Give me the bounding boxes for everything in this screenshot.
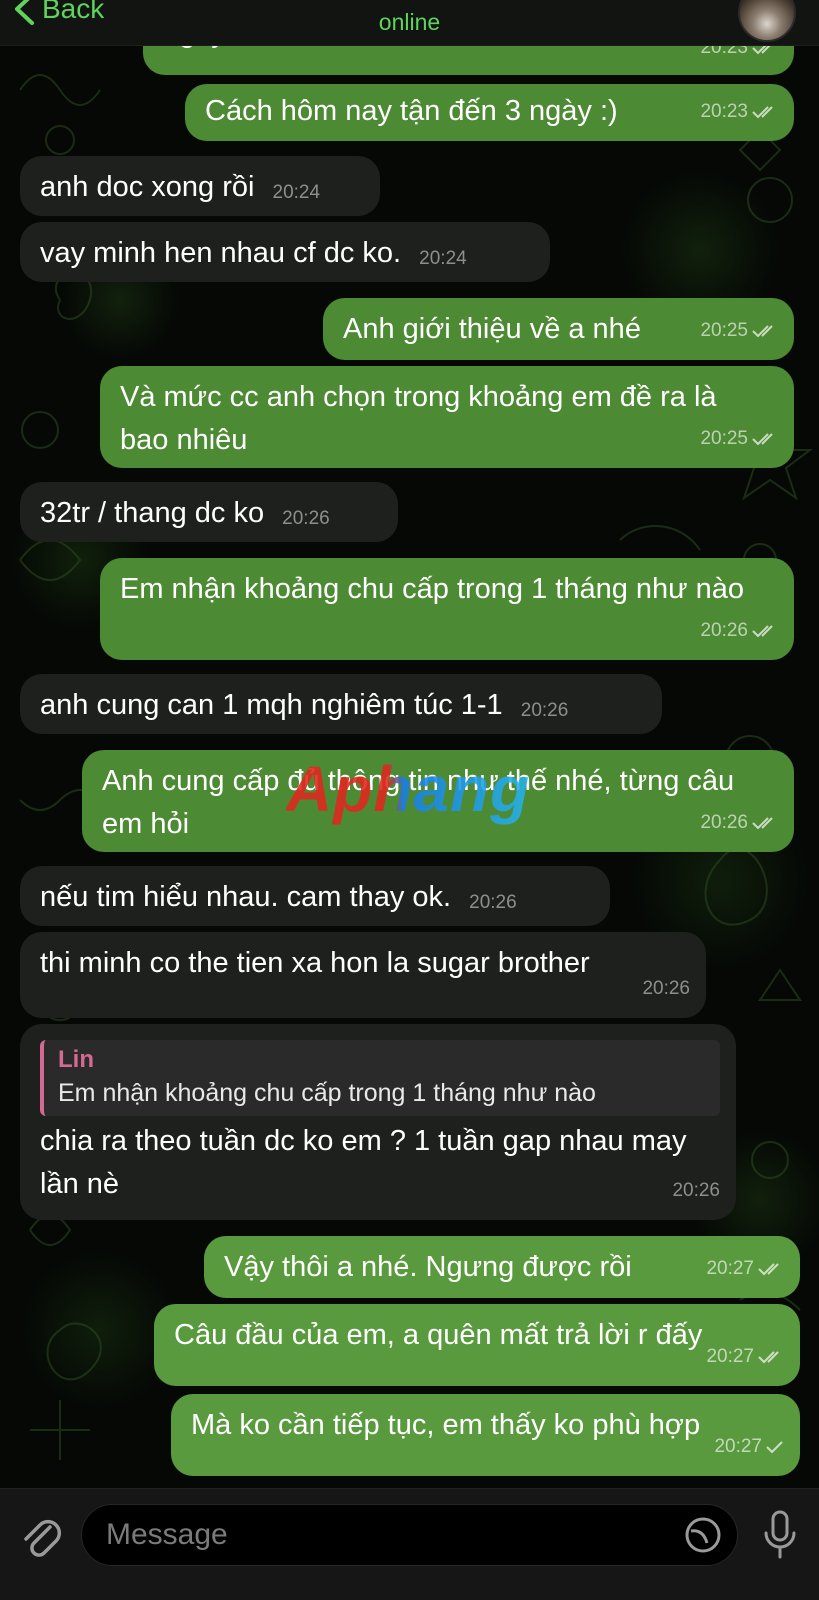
message-meta: 20:23 (700, 90, 778, 133)
message-meta: 20:27 (706, 1335, 784, 1378)
contact-status: online (378, 9, 441, 35)
message-bubble-outgoing[interactable]: Vậy thôi a nhé. Ngưng được rồi 20:27 (204, 1236, 800, 1298)
message-text: Anh giới thiệu về a nhé (343, 313, 641, 345)
double-check-icon (752, 624, 773, 637)
message-meta: 20:27 (706, 1247, 784, 1290)
message-text: Mà ko cần tiếp tục, em thấy ko phù hợp (191, 1409, 701, 1441)
reply-quote[interactable]: Lin Em nhận khoảng chu cấp trong 1 tháng… (40, 1040, 720, 1116)
message-time: 20:23 (700, 101, 748, 122)
message-text: vay minh hen nhau cf dc ko. (40, 237, 402, 269)
message-time: 20:26 (700, 812, 748, 833)
double-check-icon (758, 1262, 779, 1275)
message-text: Cách hôm nay tận đến 3 ngày :) (205, 95, 618, 127)
message-text: Em nhận khoảng chu cấp trong 1 tháng như… (120, 573, 745, 605)
message-time: 20:25 (700, 428, 748, 449)
message-time: 20:24 (272, 182, 321, 203)
message-bubble-outgoing[interactable]: Câu đầu của em, a quên mất trả lời r đấy… (154, 1304, 800, 1386)
message-bubble-outgoing[interactable]: Và mức cc anh chọn trong khoảng em đề ra… (100, 366, 794, 468)
message-time: 20:27 (706, 1346, 754, 1367)
message-bubble-outgoing[interactable]: Anh giới thiệu về a nhé 20:25 (323, 298, 794, 360)
double-check-icon (752, 432, 773, 445)
paperclip-icon (24, 1519, 62, 1557)
message-bubble-incoming[interactable]: nếu tim hiểu nhau. cam thay ok. 20:26 (20, 866, 610, 926)
message-text: chia ra theo tuần dc ko em ? 1 tuần gap … (40, 1125, 687, 1200)
message-text: thi minh co the tien xa hon la sugar bro… (40, 947, 590, 979)
message-text: 32tr / thang dc ko (40, 497, 265, 529)
message-text: Và mức cc anh chọn trong khoảng em đề ra… (120, 381, 717, 456)
attach-button[interactable] (20, 1513, 62, 1564)
message-bubble-outgoing[interactable]: Mà ko cần tiếp tục, em thấy ko phù hợp 2… (171, 1394, 800, 1476)
message-time: 20:26 (282, 508, 330, 529)
message-bubble-outgoing[interactable]: Anh cung cấp đủ thông tin như thế nhé, t… (82, 750, 794, 852)
message-text: anh cung can 1 mqh nghiêm túc 1-1 (40, 689, 503, 721)
message-time: 20:26 (642, 978, 690, 999)
message-time: 20:25 (700, 320, 748, 341)
message-meta: 20:25 (700, 417, 778, 460)
message-bubble-outgoing[interactable]: Cách hôm nay tận đến 3 ngày :) 20:23 (185, 84, 794, 141)
double-check-icon (752, 816, 773, 829)
message-text: Anh cung cấp đủ thông tin như thế nhé, t… (102, 765, 735, 840)
message-time: 20:26 (700, 620, 748, 641)
chat-header: Back online (0, 0, 819, 46)
message-time: 20:26 (520, 700, 569, 721)
double-check-icon (752, 324, 773, 337)
message-time: 20:27 (714, 1436, 762, 1457)
message-time: 20:24 (419, 248, 467, 269)
message-time: 20:26 (672, 1180, 720, 1201)
message-bubble-incoming[interactable]: anh doc xong rồi 20:24 (20, 156, 380, 216)
message-bubble-incoming[interactable]: 32tr / thang dc ko 20:26 (20, 482, 398, 542)
message-time: 20:26 (469, 892, 517, 913)
chat-title-cutoff (270, 0, 550, 4)
message-input[interactable] (81, 1504, 738, 1566)
composer-bar (0, 1488, 819, 1600)
reply-quote-text: Em nhận khoảng chu cấp trong 1 tháng như… (58, 1079, 596, 1107)
message-meta: 20:26 (700, 609, 778, 652)
message-bubble-incoming-reply[interactable]: Lin Em nhận khoảng chu cấp trong 1 tháng… (20, 1024, 736, 1220)
message-time: 20:27 (706, 1258, 754, 1279)
message-meta: 20:27 (714, 1425, 784, 1468)
sticker-icon (685, 1517, 721, 1553)
message-text: Câu đầu của em, a quên mất trả lời r đấy (174, 1319, 703, 1351)
microphone-icon (764, 1510, 796, 1559)
message-text: Vậy thôi a nhé. Ngưng được rồi (224, 1251, 632, 1283)
check-icon (766, 1440, 783, 1453)
message-meta: 20:26 (700, 801, 778, 844)
message-text: anh doc xong rồi (40, 171, 255, 203)
message-bubble-incoming[interactable]: anh cung can 1 mqh nghiêm túc 1-1 20:26 (20, 674, 662, 734)
reply-author: Lin (58, 1046, 94, 1073)
message-meta: 20:25 (700, 309, 778, 352)
message-bubble-incoming[interactable]: vay minh hen nhau cf dc ko. 20:24 (20, 222, 550, 282)
message-text: nếu tim hiểu nhau. cam thay ok. (40, 881, 452, 913)
double-check-icon (758, 1350, 779, 1363)
sticker-button[interactable] (683, 1515, 723, 1560)
double-check-icon (752, 105, 773, 118)
voice-record-button[interactable] (760, 1509, 800, 1566)
message-bubble-incoming[interactable]: thi minh co the tien xa hon la sugar bro… (20, 932, 706, 1018)
message-bubble-outgoing[interactable]: Em nhận khoảng chu cấp trong 1 tháng như… (100, 558, 794, 660)
